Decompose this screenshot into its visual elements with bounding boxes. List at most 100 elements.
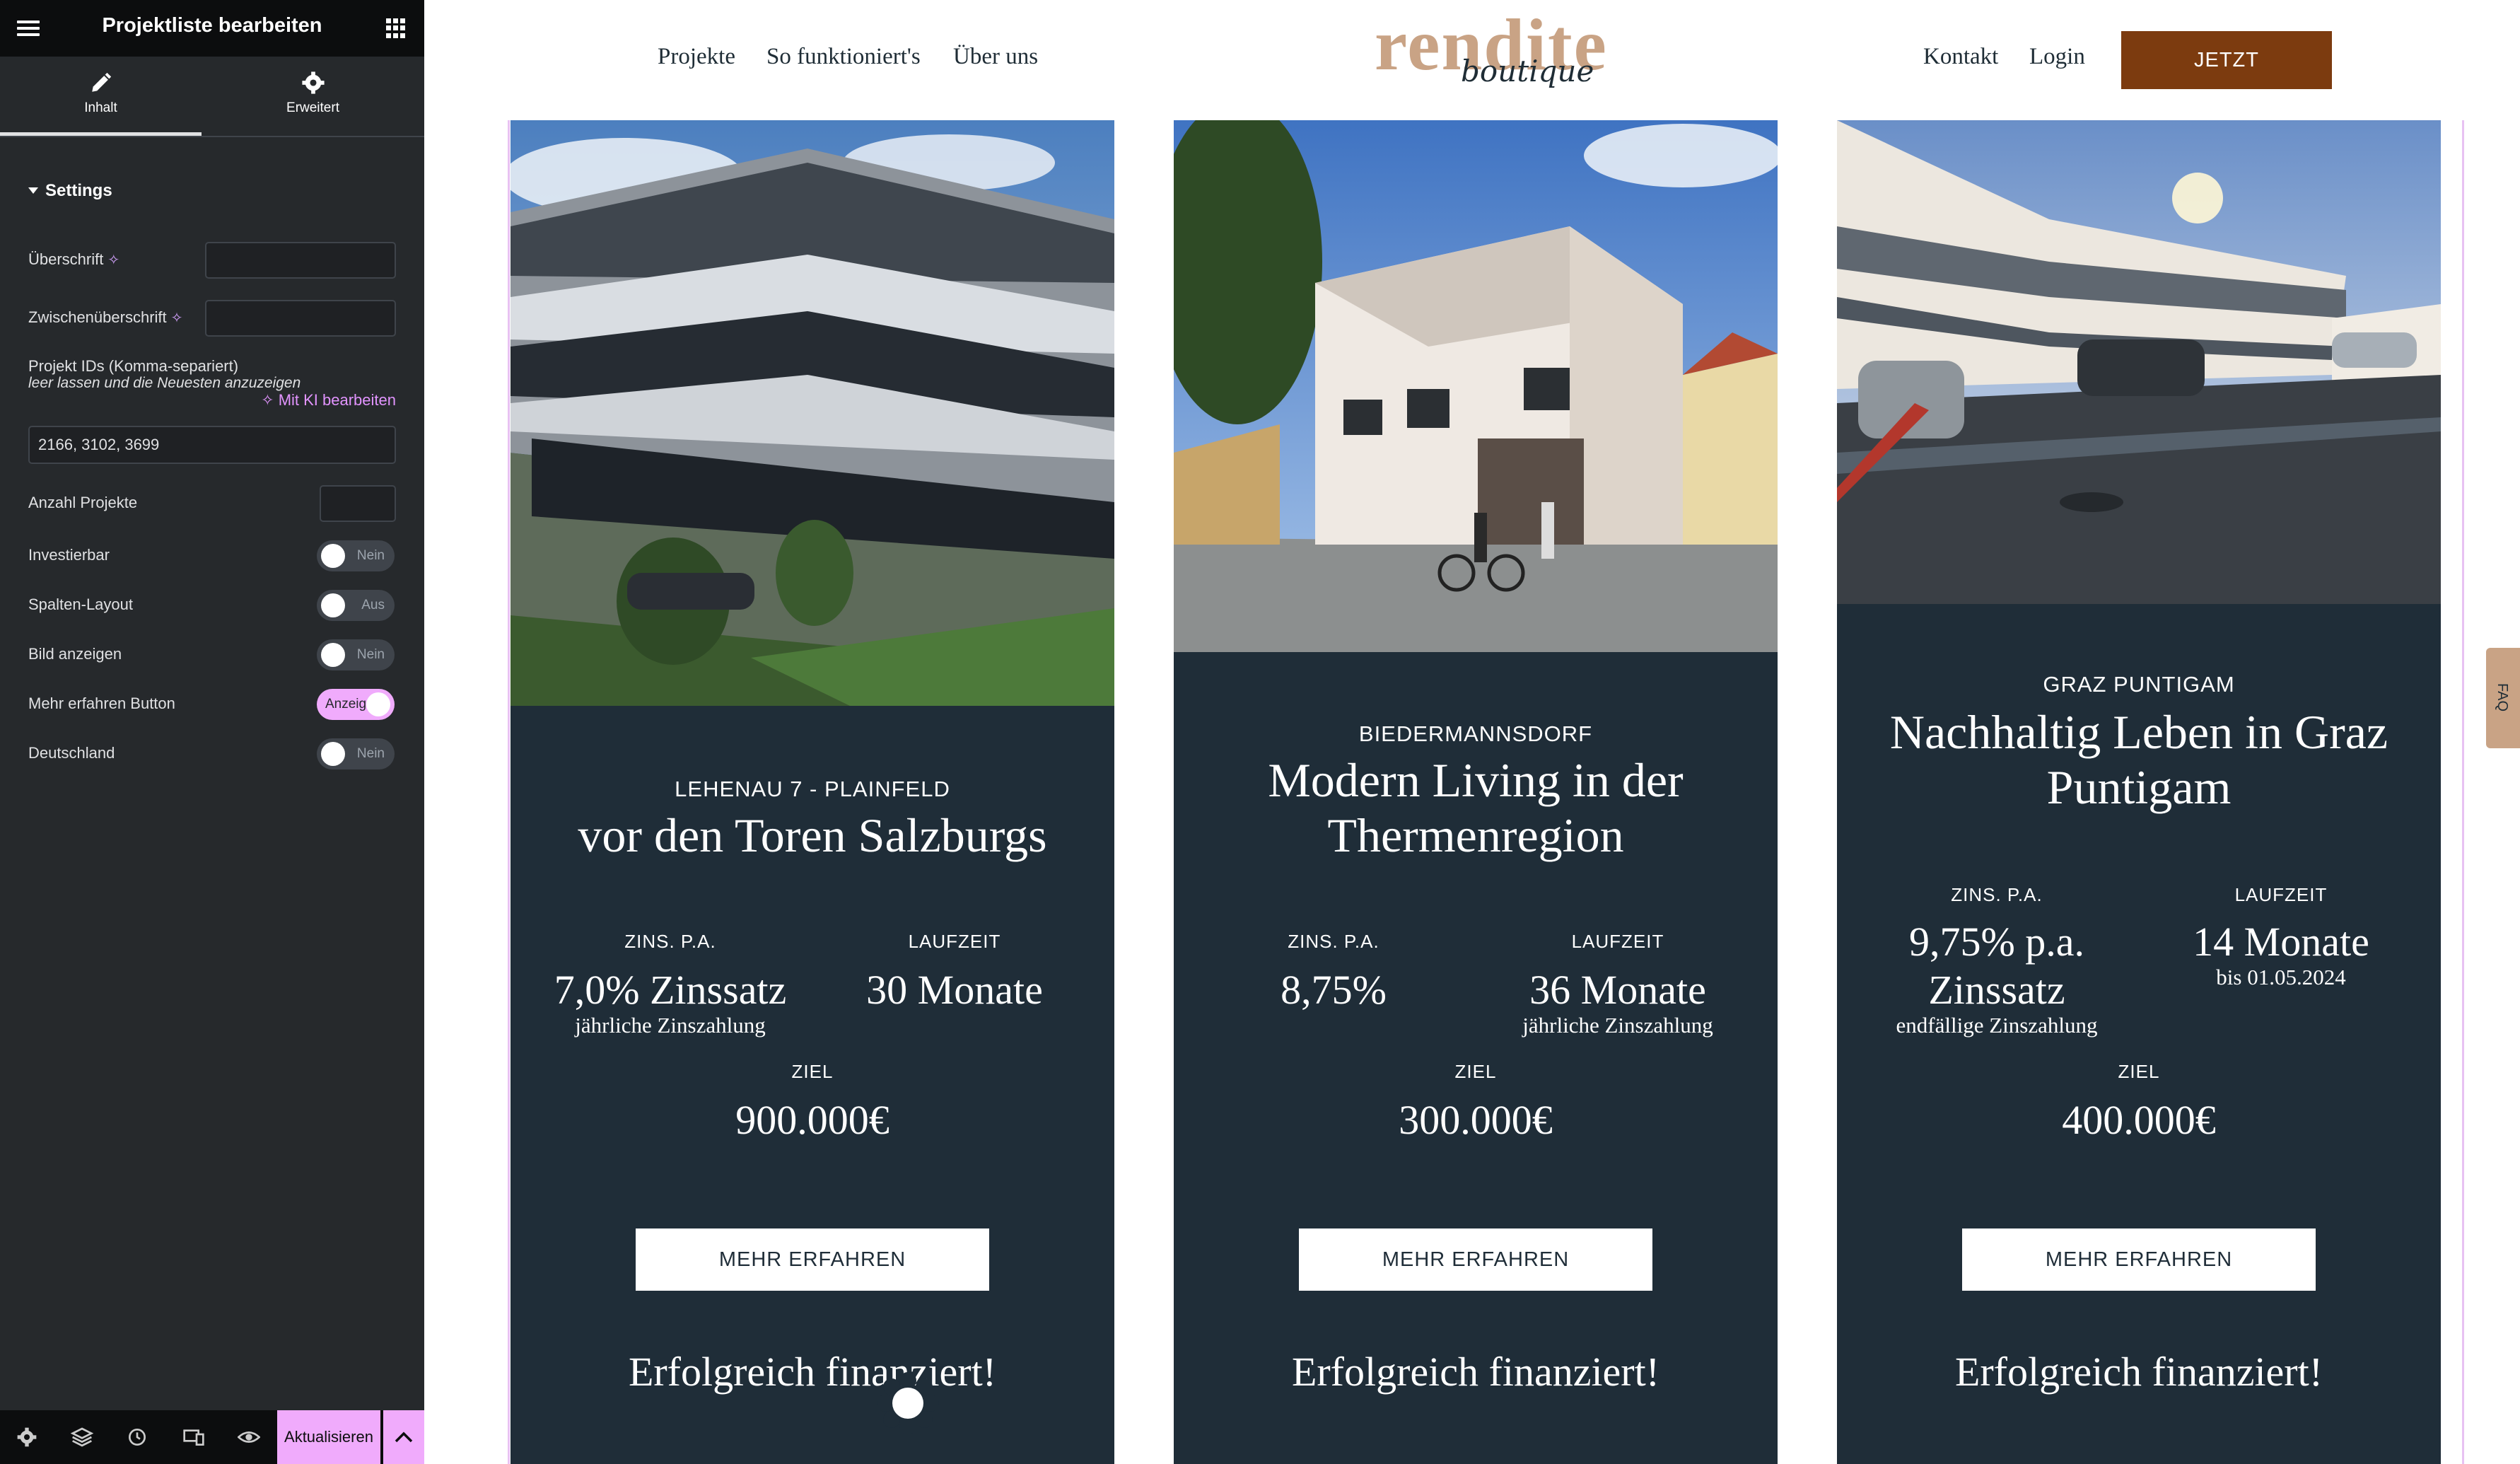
caret-down-icon	[28, 187, 38, 194]
more-button-toggle[interactable]: Anzeig	[317, 689, 395, 720]
term-sub: jährliche Zinszahlung	[1522, 1013, 1713, 1038]
heading-label-text: Überschrift	[28, 250, 104, 268]
funded-status: Erfolgreich finanziert!	[1291, 1349, 1660, 1395]
invest-now-button[interactable]: JETZT INVESTIEREN	[2121, 31, 2332, 129]
project-ids-label: Projekt IDs (Komma-separiert)	[28, 357, 239, 375]
history-icon[interactable]	[126, 1426, 148, 1448]
goal-label: ZIEL	[1454, 1061, 1497, 1082]
faq-tab[interactable]: FAQ	[2486, 648, 2520, 748]
project-location: LEHENAU 7 - PLAINFELD	[675, 777, 950, 801]
project-location: BIEDERMANNSDORF	[1358, 721, 1593, 746]
germany-toggle[interactable]: Nein	[317, 738, 395, 769]
tab-erweitert[interactable]: Erweitert	[212, 57, 414, 136]
interest-value: 8,75%	[1281, 967, 1387, 1013]
project-image[interactable]	[1174, 120, 1778, 652]
toggle-label: Deutschland	[28, 744, 115, 762]
project-image[interactable]	[511, 120, 1114, 706]
responsive-icon[interactable]	[182, 1426, 205, 1448]
goal-value: 900.000€	[735, 1097, 889, 1143]
column-layout-toggle[interactable]: Aus	[317, 590, 395, 621]
project-ids-input[interactable]	[28, 426, 396, 464]
toggle-knob	[321, 593, 345, 617]
funded-status: Erfolgreich finanziert!	[1954, 1349, 2323, 1395]
ai-sparkle-icon: ✧	[261, 391, 279, 409]
widgets-grid-icon[interactable]	[386, 18, 406, 38]
show-image-toggle[interactable]: Nein	[317, 639, 395, 670]
term-label: LAUFZEIT	[908, 931, 1001, 952]
gear-icon	[301, 71, 325, 94]
panel-title: Projektliste bearbeiten	[102, 14, 322, 37]
interest-value: 7,0% Zinssatz	[554, 967, 787, 1013]
heading-label: Überschrift ✧	[28, 250, 119, 269]
term-value: 14 Monate	[2193, 919, 2369, 965]
update-options-button[interactable]	[383, 1410, 424, 1464]
nav-projekte[interactable]: Projekte	[658, 44, 735, 70]
tab-inhalt[interactable]: Inhalt	[0, 57, 202, 136]
eye-icon[interactable]	[238, 1426, 260, 1448]
nav-how-it-works[interactable]: So funktioniert's	[766, 44, 921, 70]
goal-label: ZIEL	[791, 1061, 834, 1082]
investierbar-toggle[interactable]: Nein	[317, 540, 395, 571]
more-info-button[interactable]: MEHR ERFAHREN	[1299, 1228, 1652, 1291]
layout-guide	[508, 120, 510, 1464]
project-title: Modern Living in der Thermenregion	[1268, 753, 1684, 862]
toggle-state: Nein	[356, 548, 385, 563]
tab-label: Inhalt	[84, 100, 117, 115]
toggle-knob	[321, 544, 345, 568]
panel-footer: Aktualisieren	[0, 1410, 424, 1464]
nav-kontakt[interactable]: Kontakt	[1923, 44, 1998, 70]
interest-label: ZINS. P.A.	[1288, 931, 1379, 952]
subheading-label-text: Zwischenüberschrift	[28, 308, 167, 326]
site-preview: Projekte So funktioniert's Über uns rend…	[424, 0, 2520, 1464]
settings-section-toggle[interactable]: Settings	[28, 181, 112, 201]
ai-sparkle-icon[interactable]: ✧	[107, 252, 119, 268]
term-value: 36 Monate	[1529, 967, 1706, 1013]
project-title: vor den Toren Salzburgs	[578, 808, 1047, 862]
toggle-knob	[321, 742, 345, 766]
term-label: LAUFZEIT	[1571, 931, 1664, 952]
goal-value: 300.000€	[1399, 1097, 1553, 1143]
term-label: LAUFZEIT	[2234, 884, 2328, 905]
ai-sparkle-icon[interactable]: ✧	[171, 310, 183, 326]
goal-value: 400.000€	[2062, 1097, 2216, 1143]
logo-boutique[interactable]: boutique	[1461, 54, 1594, 88]
gear-icon[interactable]	[16, 1426, 38, 1448]
layers-icon[interactable]	[71, 1426, 93, 1448]
subheading-label: Zwischenüberschrift ✧	[28, 308, 182, 327]
count-input[interactable]	[320, 485, 396, 522]
interest-sub: endfällige Zinszahlung	[1896, 1013, 2098, 1038]
toggle-state: Nein	[356, 647, 385, 662]
project-card: BIEDERMANNSDORF Modern Living in der The…	[1174, 120, 1778, 1464]
toggle-label: Spalten-Layout	[28, 596, 133, 613]
editor-panel: Projektliste bearbeiten Inhalt Erweitert…	[0, 0, 424, 1464]
pencil-icon	[91, 72, 111, 92]
nav-login[interactable]: Login	[2029, 44, 2085, 70]
section-label: Settings	[45, 181, 112, 200]
interest-value: 9,75% p.a. Zinssatz	[1908, 919, 2085, 1013]
layout-guide	[2462, 120, 2464, 1464]
panel-tabs: Inhalt Erweitert	[0, 57, 424, 137]
project-card: GRAZ PUNTIGAM Nachhaltig Leben in Graz P…	[1837, 120, 2441, 1464]
building-photo	[1837, 120, 2441, 604]
nav-about[interactable]: Über uns	[953, 44, 1038, 70]
project-image[interactable]	[1837, 120, 2441, 604]
update-button[interactable]: Aktualisieren	[277, 1410, 380, 1464]
goal-label: ZIEL	[2118, 1061, 2160, 1082]
project-ids-hint: leer lassen und die Neuesten anzuzeigen	[28, 375, 301, 391]
building-photo	[511, 120, 1114, 706]
project-title: Nachhaltig Leben in Graz Puntigam	[1889, 705, 2388, 814]
subheading-input[interactable]	[205, 300, 396, 337]
funded-status: Erfolgreich finanziert!	[628, 1349, 997, 1395]
loading-spinner-icon	[877, 1372, 939, 1434]
toggle-knob	[366, 692, 390, 716]
project-card: LEHENAU 7 - PLAINFELD vor den Toren Salz…	[511, 120, 1114, 1464]
interest-label: ZINS. P.A.	[1951, 884, 2043, 905]
interest-label: ZINS. P.A.	[624, 931, 716, 952]
more-info-button[interactable]: MEHR ERFAHREN	[636, 1228, 989, 1291]
heading-input[interactable]	[205, 242, 396, 279]
ai-edit-link-text: Mit KI bearbeiten	[278, 391, 396, 409]
ai-edit-link[interactable]: ✧ Mit KI bearbeiten	[261, 391, 396, 409]
more-info-button[interactable]: MEHR ERFAHREN	[1962, 1228, 2316, 1291]
chevron-up-icon	[395, 1431, 413, 1443]
term-value: 30 Monate	[866, 967, 1043, 1013]
